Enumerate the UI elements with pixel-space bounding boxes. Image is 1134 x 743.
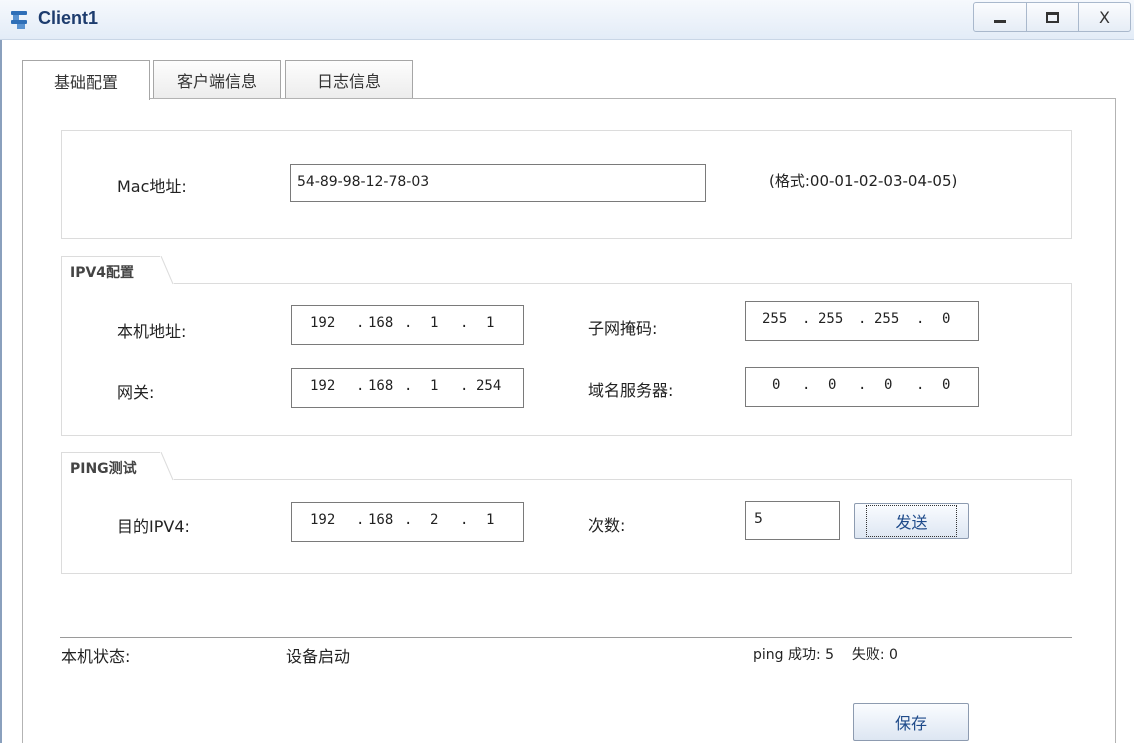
- title-bar[interactable]: Client1 X: [0, 0, 1134, 40]
- ping-group-title-text: PING测试: [70, 461, 137, 477]
- ip-octet: 168: [368, 378, 394, 394]
- mac-format-hint: (格式:00-01-02-03-04-05): [769, 172, 958, 190]
- local-address-input[interactable]: 192 . 168 . 1 . 1: [291, 305, 524, 345]
- save-button-label: 保存: [894, 714, 927, 733]
- subnet-mask-label: 子网掩码:: [588, 319, 658, 338]
- ipv4-group-title: IPV4配置: [61, 256, 174, 285]
- ip-dot: .: [916, 311, 925, 327]
- tab-label: 日志信息: [316, 72, 381, 91]
- ip-octet: 1: [430, 315, 439, 331]
- mac-label: Mac地址:: [117, 177, 187, 196]
- ip-octet: 1: [486, 512, 495, 528]
- mac-address-input[interactable]: 54-89-98-12-78-03: [290, 164, 706, 202]
- local-address-label: 本机地址:: [117, 322, 187, 341]
- ping-result: ping 成功: 5 失败: 0: [753, 647, 898, 663]
- window-controls: X: [973, 2, 1131, 32]
- status-value: 设备启动: [286, 647, 351, 666]
- ip-dot: .: [916, 377, 925, 393]
- gateway-input[interactable]: 192 . 168 . 1 . 254: [291, 368, 524, 408]
- ip-dot: .: [858, 377, 867, 393]
- tab-log-info[interactable]: 日志信息: [285, 60, 413, 99]
- tab-slant-shape: [160, 452, 174, 481]
- client-app-icon: [11, 11, 27, 29]
- dns-input[interactable]: 0 . 0 . 0 . 0: [745, 367, 979, 407]
- ip-octet: 255: [762, 311, 788, 327]
- ip-dot: .: [356, 315, 365, 331]
- ip-octet: 254: [476, 378, 502, 394]
- ip-dot: .: [460, 512, 469, 528]
- ping-count-input[interactable]: 5: [745, 501, 840, 540]
- ping-group-title: PING测试: [61, 452, 174, 481]
- ip-dot: .: [802, 311, 811, 327]
- dest-ipv4-label: 目的IPV4:: [117, 517, 190, 536]
- ip-dot: .: [460, 315, 469, 331]
- status-divider: [60, 637, 1072, 638]
- ip-octet: 255: [818, 311, 844, 327]
- ping-count-value: 5: [754, 511, 763, 527]
- maximize-button[interactable]: [1026, 3, 1078, 31]
- ip-dot: .: [356, 512, 365, 528]
- ip-octet: 255: [874, 311, 900, 327]
- dest-ipv4-input[interactable]: 192 . 168 . 2 . 1: [291, 502, 524, 542]
- tab-slant-shape: [160, 256, 174, 285]
- minimize-icon: [994, 19, 1006, 23]
- ip-dot: .: [802, 377, 811, 393]
- window-title: Client1: [38, 8, 99, 28]
- ip-octet: 192: [310, 512, 336, 528]
- ip-octet: 168: [368, 512, 394, 528]
- tab-label: 基础配置: [53, 72, 118, 92]
- tab-basic-config[interactable]: 基础配置: [22, 60, 150, 100]
- ip-octet: 2: [430, 512, 439, 528]
- minimize-button[interactable]: [974, 3, 1026, 31]
- close-button[interactable]: X: [1078, 3, 1130, 31]
- ip-dot: .: [404, 512, 413, 528]
- ip-octet: 0: [942, 311, 951, 327]
- save-button[interactable]: 保存: [853, 703, 969, 741]
- ip-octet: 1: [486, 315, 495, 331]
- send-button-label: 发送: [866, 505, 957, 537]
- close-icon: X: [1099, 7, 1110, 27]
- ip-octet: 168: [368, 315, 394, 331]
- ip-dot: .: [858, 311, 867, 327]
- status-label: 本机状态:: [61, 647, 131, 666]
- gateway-label: 网关:: [117, 383, 155, 402]
- ip-dot: .: [356, 378, 365, 394]
- ip-dot: .: [460, 378, 469, 394]
- mac-address-value: 54-89-98-12-78-03: [297, 174, 430, 190]
- send-button[interactable]: 发送: [854, 503, 969, 539]
- ip-octet: 192: [310, 315, 336, 331]
- ip-octet: 0: [884, 377, 893, 393]
- ip-octet: 0: [828, 377, 837, 393]
- tab-client-info[interactable]: 客户端信息: [153, 60, 281, 99]
- dns-label: 域名服务器:: [588, 381, 674, 400]
- tab-label: 客户端信息: [176, 72, 257, 91]
- ipv4-group-title-text: IPV4配置: [70, 265, 135, 281]
- ip-dot: .: [404, 378, 413, 394]
- maximize-icon: [1046, 11, 1059, 23]
- ip-octet: 192: [310, 378, 336, 394]
- subnet-mask-input[interactable]: 255 . 255 . 255 . 0: [745, 301, 979, 341]
- ip-dot: .: [404, 315, 413, 331]
- ip-octet: 1: [430, 378, 439, 394]
- ip-octet: 0: [772, 377, 781, 393]
- ip-octet: 0: [942, 377, 951, 393]
- ping-count-label: 次数:: [588, 516, 626, 535]
